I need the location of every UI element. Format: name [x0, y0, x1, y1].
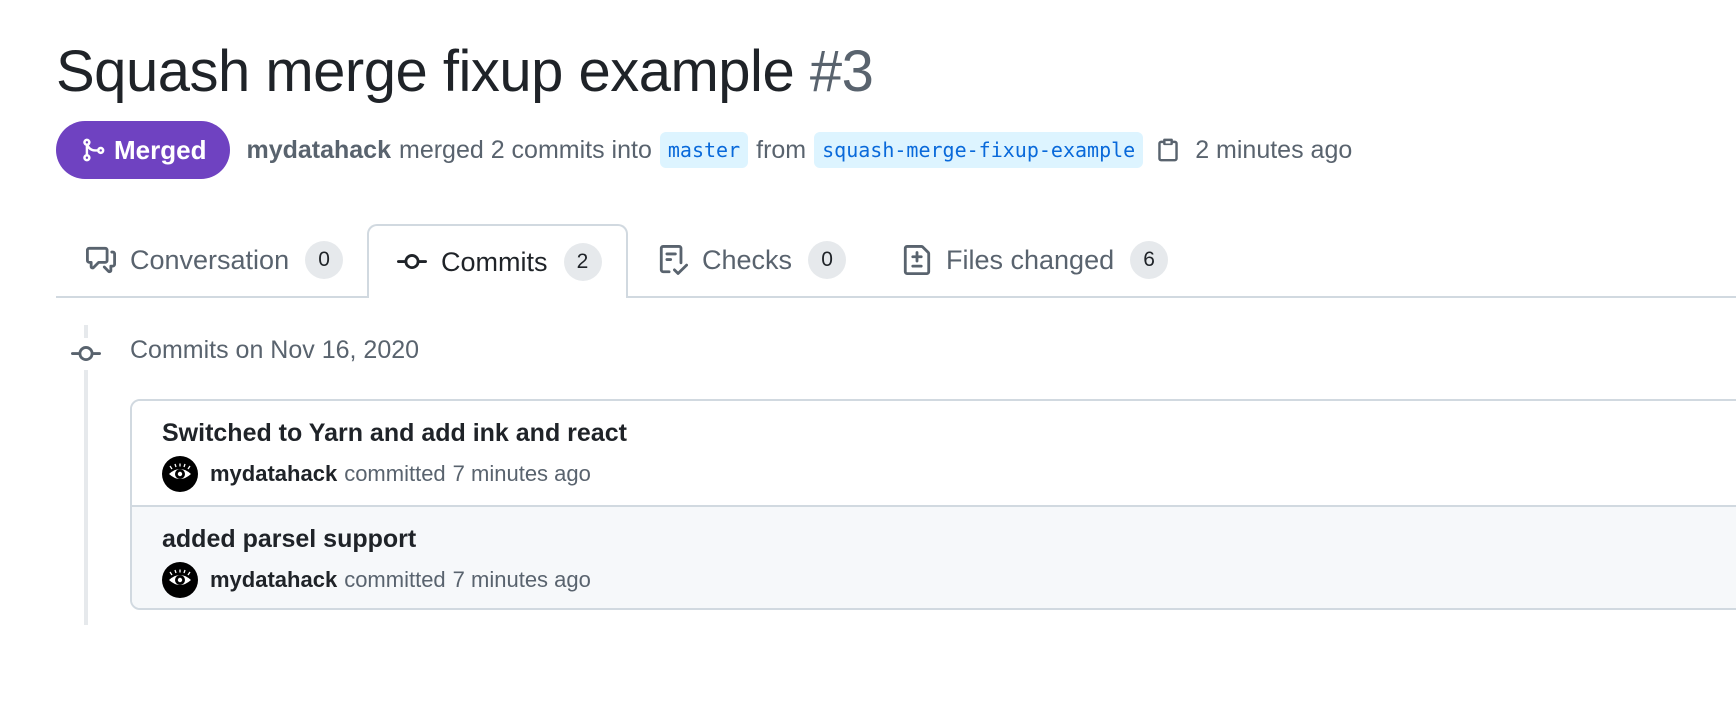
checklist-icon — [658, 245, 702, 275]
tab-files-changed[interactable]: Files changed 6 — [902, 224, 1169, 296]
commit-message-link[interactable]: Switched to Yarn and add ink and react — [162, 419, 627, 448]
avatar[interactable] — [162, 562, 198, 598]
commit-list: Switched to Yarn and add ink and react m… — [130, 399, 1736, 610]
commit-time: 7 minutes ago — [452, 461, 591, 486]
pr-meta-row: Merged mydatahack merged 2 commits into … — [56, 121, 1352, 179]
commit-action: committed — [344, 461, 446, 486]
commit-time: 7 minutes ago — [452, 567, 591, 592]
avatar[interactable] — [162, 456, 198, 492]
commit-message-link[interactable]: added parsel support — [162, 525, 416, 554]
tab-commits-label: Commits — [441, 246, 548, 277]
timeline-line — [84, 325, 88, 625]
commit-meta: mydatahack committed 7 minutes ago — [162, 455, 591, 493]
pr-tabs: Conversation 0 Commits 2 Checks 0 Files … — [56, 224, 1736, 298]
eye-icon — [165, 565, 195, 595]
eye-icon — [165, 459, 195, 489]
tab-conversation-count: 0 — [305, 241, 344, 279]
git-commit-icon — [397, 247, 441, 277]
tab-files-changed-count: 6 — [1130, 241, 1169, 279]
state-label: Merged — [114, 134, 207, 165]
copy-icon[interactable] — [1155, 137, 1181, 163]
pr-title: Squash merge fixup example #3 — [56, 38, 874, 105]
commit-row: added parsel support mydatahack committe… — [132, 507, 1736, 608]
head-branch-link[interactable]: squash-merge-fixup-example — [814, 132, 1144, 168]
from-text: from — [756, 135, 807, 164]
commit-row: Switched to Yarn and add ink and react m… — [132, 401, 1736, 507]
tab-checks[interactable]: Checks 0 — [658, 224, 847, 296]
commit-date-heading: Commits on Nov 16, 2020 — [130, 336, 420, 364]
tab-files-changed-label: Files changed — [946, 244, 1115, 275]
git-merge-icon — [80, 137, 106, 163]
git-commit-icon — [70, 338, 102, 370]
pr-author-link[interactable]: mydatahack — [246, 136, 391, 165]
tab-checks-label: Checks — [702, 244, 793, 275]
tab-conversation[interactable]: Conversation 0 — [86, 224, 344, 296]
merge-time: 2 minutes ago — [1195, 135, 1353, 164]
tab-commits-count: 2 — [563, 243, 602, 281]
tab-commits[interactable]: Commits 2 — [367, 224, 628, 298]
commit-meta: mydatahack committed 7 minutes ago — [162, 561, 591, 599]
base-branch-link[interactable]: master — [659, 132, 749, 168]
comment-discussion-icon — [86, 245, 130, 275]
tab-conversation-label: Conversation — [130, 244, 290, 275]
pr-number: #3 — [809, 39, 874, 104]
tab-checks-count: 0 — [808, 241, 847, 279]
commit-author-link[interactable]: mydatahack — [210, 567, 337, 593]
pr-title-text: Squash merge fixup example — [56, 39, 795, 104]
commit-action: committed — [344, 567, 446, 592]
file-diff-icon — [902, 245, 946, 275]
commit-author-link[interactable]: mydatahack — [210, 461, 337, 487]
merge-description: merged 2 commits into — [399, 135, 652, 164]
merged-state-badge: Merged — [56, 121, 231, 179]
